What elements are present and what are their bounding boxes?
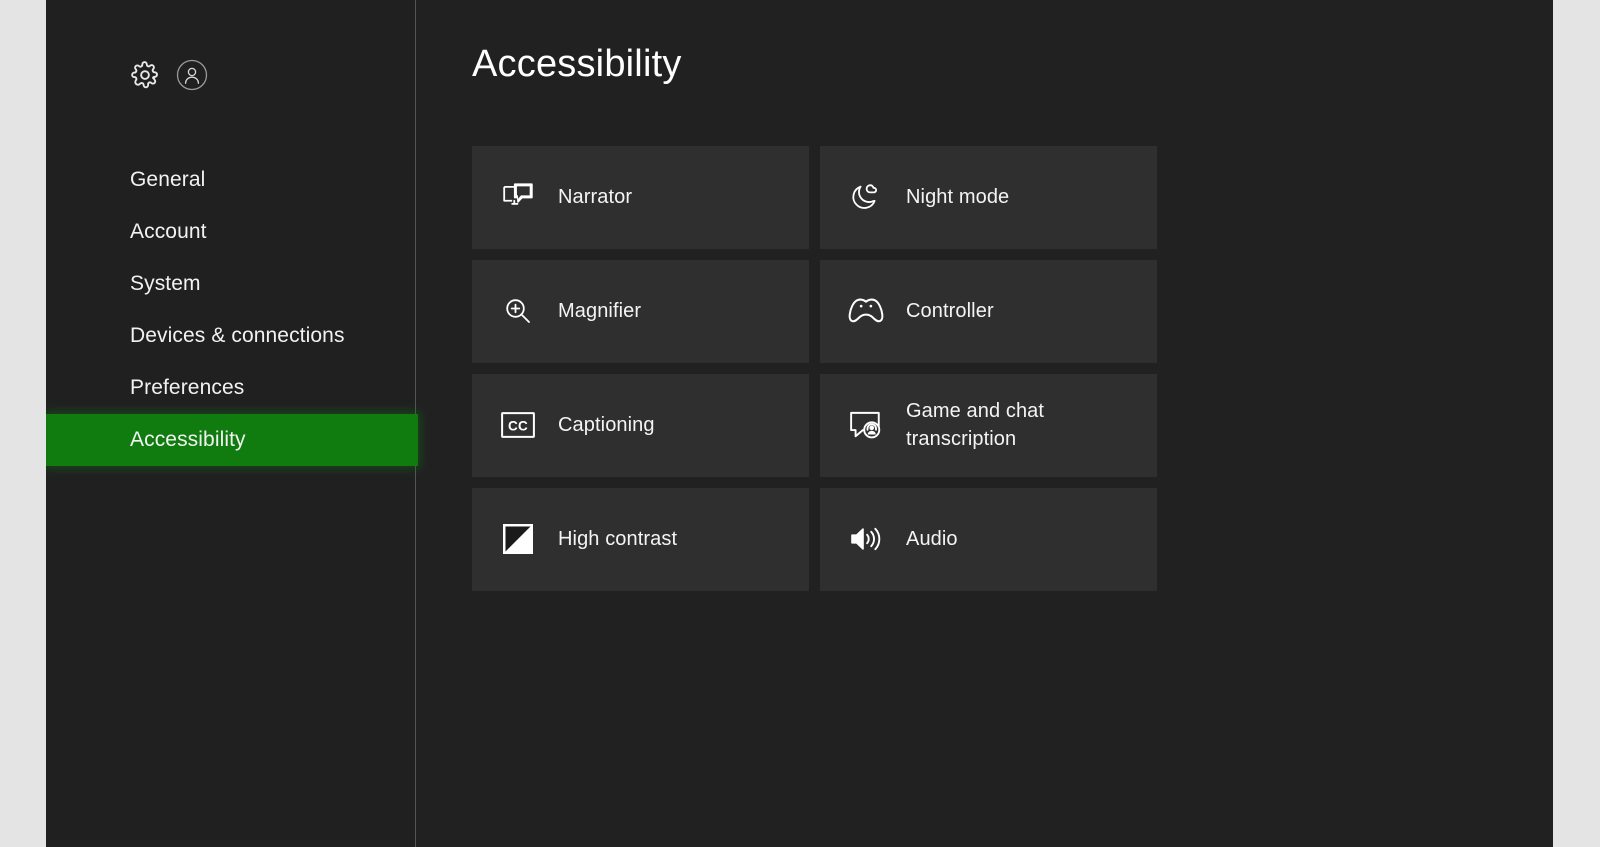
tile-label: Controller xyxy=(906,299,994,322)
tile-audio[interactable]: Audio xyxy=(820,487,1157,591)
content-area: Accessibility Narrator Night mode Magnif… xyxy=(416,0,1553,847)
chat-bubble-headset-icon xyxy=(847,406,885,444)
sidebar-item-devices-and-connections[interactable]: Devices & connections xyxy=(46,310,416,362)
tile-label: Narrator xyxy=(558,185,633,208)
tile-label: Game and chat transcription xyxy=(906,399,1045,451)
sidebar-item-label: System xyxy=(130,272,201,295)
settings-sidebar: General Account System Devices & connect… xyxy=(46,0,418,847)
sidebar-item-label: Preferences xyxy=(130,376,245,399)
sidebar-item-label: Devices & connections xyxy=(130,324,345,347)
sidebar-header xyxy=(46,0,416,150)
gear-icon[interactable] xyxy=(130,60,160,90)
tile-night-mode[interactable]: Night mode xyxy=(820,145,1157,249)
closed-caption-icon: CC xyxy=(499,406,537,444)
sidebar-item-label: Account xyxy=(130,220,207,243)
narrator-monitor-speech-icon xyxy=(499,178,537,216)
gamepad-icon xyxy=(847,292,885,330)
tile-label: Captioning xyxy=(558,413,655,436)
svg-text:CC: CC xyxy=(508,418,528,433)
moon-icon xyxy=(847,178,885,216)
sidebar-item-label: Accessibility xyxy=(130,428,246,451)
sidebar-item-accessibility[interactable]: Accessibility xyxy=(46,414,418,466)
accessibility-tile-grid: Narrator Night mode Magnifier Controller… xyxy=(472,145,1158,591)
tile-captioning[interactable]: CC Captioning xyxy=(472,373,809,477)
tile-label: Night mode xyxy=(906,185,1010,208)
sidebar-item-system[interactable]: System xyxy=(46,258,416,310)
sidebar-item-preferences[interactable]: Preferences xyxy=(46,362,416,414)
tile-high-contrast[interactable]: High contrast xyxy=(472,487,809,591)
profile-avatar-icon[interactable] xyxy=(176,59,208,91)
tile-controller[interactable]: Controller xyxy=(820,259,1157,363)
tile-game-and-chat-transcription[interactable]: Game and chat transcription xyxy=(820,373,1157,477)
speaker-volume-icon xyxy=(847,520,885,558)
tile-narrator[interactable]: Narrator xyxy=(472,145,809,249)
sidebar-item-label: General xyxy=(130,168,206,191)
sidebar-nav: General Account System Devices & connect… xyxy=(46,154,418,466)
tile-magnifier[interactable]: Magnifier xyxy=(472,259,809,363)
sidebar-item-general[interactable]: General xyxy=(46,154,416,206)
magnifier-plus-icon xyxy=(499,292,537,330)
high-contrast-square-icon xyxy=(499,520,537,558)
page-title: Accessibility xyxy=(472,43,682,85)
tile-label: High contrast xyxy=(558,527,678,550)
settings-window: General Account System Devices & connect… xyxy=(46,0,1553,847)
tile-label: Magnifier xyxy=(558,299,642,322)
tile-label: Audio xyxy=(906,527,958,550)
sidebar-item-account[interactable]: Account xyxy=(46,206,416,258)
